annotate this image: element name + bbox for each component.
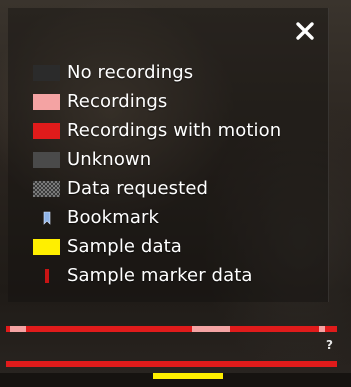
legend-label: Sample data [67,235,182,257]
legend-item-sample-data: Sample data [33,232,281,261]
legend-item-no-recordings: No recordings [33,58,281,87]
swatch-no-recordings [33,64,60,81]
timeline-track-top[interactable] [0,322,351,336]
timeline-footer [0,373,351,387]
legend-label: Data requested [67,177,209,199]
marker-icon [44,268,49,283]
legend-popup: No recordings Recordings Recordings with… [0,0,351,387]
legend-item-sample-marker-data: Sample marker data [33,261,281,290]
timeline-bar [6,326,337,332]
legend-label: Recordings [67,90,168,112]
swatch-bookmark [33,210,60,226]
help-button[interactable]: ? [326,338,333,352]
recording-segment [10,326,26,332]
close-icon [296,22,314,40]
legend-label: Sample marker data [67,264,253,286]
legend-label: Unknown [67,148,152,170]
legend-item-recordings-with-motion: Recordings with motion [33,116,281,145]
legend-item-bookmark: Bookmark [33,203,281,232]
legend-label: No recordings [67,61,194,83]
sample-data-segment [153,373,223,379]
recording-segment [192,326,230,332]
swatch-data-requested [33,180,60,197]
swatch-sample-data [33,238,60,255]
legend-item-data-requested: Data requested [33,174,281,203]
legend-item-recordings: Recordings [33,87,281,116]
swatch-sample-marker-data [33,268,60,284]
legend-list: No recordings Recordings Recordings with… [33,58,281,290]
swatch-unknown [33,151,60,168]
timeline-track-bottom[interactable] [0,357,351,371]
timeline-bar [6,361,337,367]
bookmark-icon [43,211,50,225]
swatch-recordings [33,93,60,110]
legend-item-unknown: Unknown [33,145,281,174]
recording-segment [319,326,325,332]
close-button[interactable] [294,20,316,42]
legend-label: Recordings with motion [67,119,282,141]
legend-label: Bookmark [67,206,159,228]
swatch-recordings-with-motion [33,122,60,139]
